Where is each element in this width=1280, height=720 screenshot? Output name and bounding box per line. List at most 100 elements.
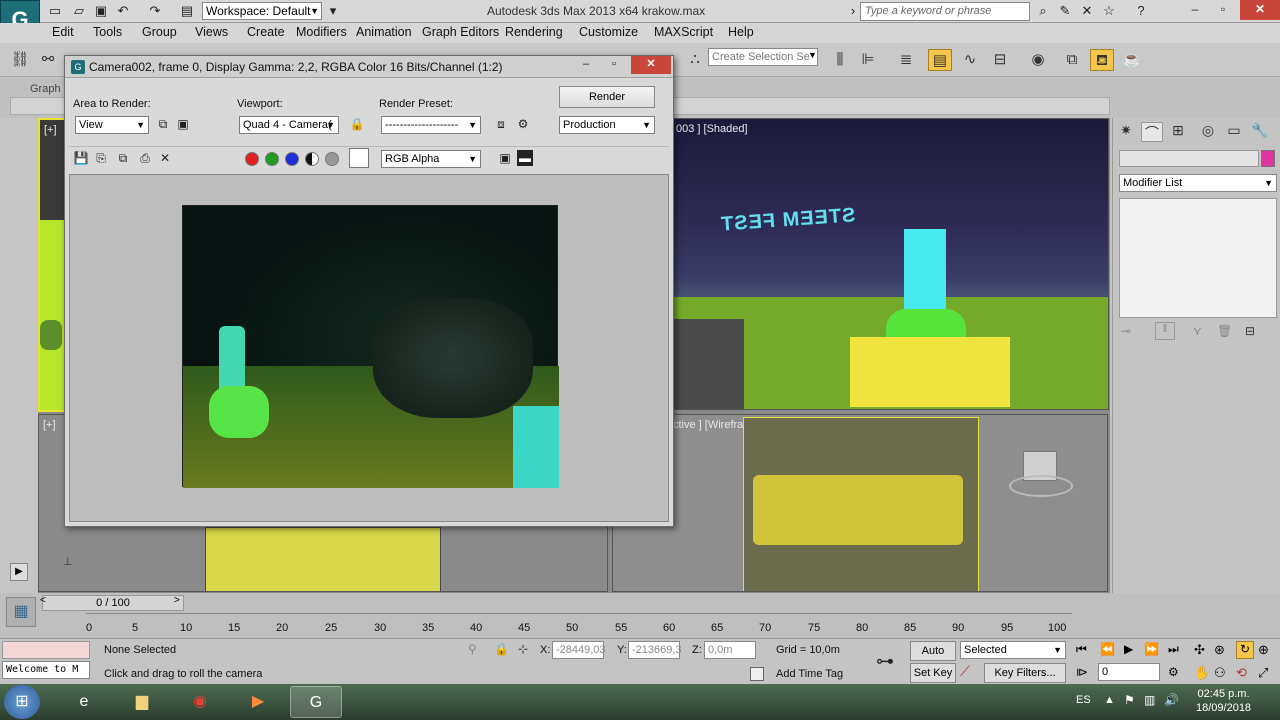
toggle-ui-overlay-icon[interactable]: ▣ (497, 150, 513, 166)
communication-icon[interactable]: ✕ (1078, 3, 1096, 19)
monochrome-toggle[interactable] (325, 152, 339, 166)
workspace-menu-icon[interactable]: ▾ (324, 3, 342, 19)
maximize-button[interactable]: ▫ (1210, 0, 1236, 20)
configure-modifier-sets-icon[interactable]: ⊟ (1245, 324, 1255, 338)
viewport-label[interactable]: 003 ] [Shaded] (676, 123, 748, 135)
selection-set-dropdown[interactable]: Create Selection Se (708, 48, 818, 66)
render-preset-dropdown[interactable]: -------------------- ▼ (381, 116, 481, 134)
file-explorer-icon[interactable]: ▆ (116, 686, 168, 718)
clone-window-icon[interactable]: ⧉ (115, 150, 131, 166)
clock[interactable]: 02:45 p.m. 18/09/2018 (1196, 687, 1251, 715)
render-production-icon[interactable]: ☕ (1120, 49, 1144, 71)
menu-animation[interactable]: Animation (356, 25, 412, 39)
go-to-end-icon[interactable]: ⏭ (1168, 642, 1179, 657)
unlink-icon[interactable]: ⚯ (36, 49, 60, 71)
redo-icon[interactable]: ↷ (146, 3, 164, 19)
subscription-icon[interactable]: ✎ (1056, 3, 1074, 19)
frame-slider[interactable]: 0 / 100 (42, 595, 184, 611)
isolate-icon[interactable]: ⚲ (468, 642, 477, 656)
utilities-tab-icon[interactable]: 🔧 (1249, 122, 1271, 142)
red-channel-toggle[interactable] (245, 152, 259, 166)
tray-arrow-icon[interactable]: ▲ (1104, 694, 1115, 706)
slider-left-arrow[interactable]: < (40, 595, 46, 606)
viewport-camera-wireframe[interactable]: ctive ] [Wireframe] (612, 414, 1108, 592)
remove-modifier-icon[interactable]: 🗑 (1217, 324, 1232, 338)
help-icon[interactable]: ? (1132, 3, 1150, 19)
zoom-all-icon[interactable]: ⊛ (1214, 642, 1225, 658)
blue-channel-toggle[interactable] (285, 152, 299, 166)
object-name-field[interactable] (1119, 150, 1259, 167)
viewport-label[interactable]: [+] (43, 419, 56, 431)
binoculars-icon[interactable]: ⌕ (1034, 3, 1052, 19)
ribbon-tab-graphite[interactable]: Graph (30, 83, 61, 95)
curve-editor-icon[interactable]: ∿ (958, 49, 982, 71)
roll-icon[interactable]: ⟲ (1236, 665, 1247, 681)
close-button[interactable]: ✕ (1240, 0, 1280, 20)
time-tag-icon[interactable] (750, 667, 764, 681)
media-player-icon[interactable]: ▶ (232, 686, 284, 718)
auto-key-button[interactable]: Auto Key (910, 641, 956, 675)
snap-icon[interactable]: ∴ (686, 49, 704, 71)
zoom-icon[interactable]: ✣ (1194, 642, 1205, 658)
maxscript-mini-listener[interactable]: Welcome to M (2, 661, 90, 679)
minimize-button[interactable]: – (573, 56, 599, 74)
slider-right-arrow[interactable]: > (174, 595, 180, 606)
print-icon[interactable]: ⎙ (137, 150, 153, 166)
menu-group[interactable]: Group (142, 25, 177, 39)
y-coord-field[interactable]: -213669,3 (628, 641, 682, 659)
set-key-button[interactable]: Set Key (910, 663, 956, 683)
maximize-viewport-icon[interactable]: ⤢ (1258, 665, 1268, 681)
modify-tab-icon[interactable]: ⌒ (1141, 122, 1163, 142)
mirror-icon[interactable]: ⫼ (828, 49, 852, 71)
menu-graph-editors[interactable]: Graph Editors (422, 25, 499, 39)
display-tab-icon[interactable]: ▭ (1223, 122, 1245, 142)
absolute-mode-icon[interactable]: ⊹ (518, 642, 528, 656)
display-channel-dropdown[interactable]: RGB Alpha ▼ (381, 150, 481, 168)
close-button[interactable]: ✕ (631, 56, 671, 74)
edit-region-icon[interactable]: ⧉ (155, 116, 171, 132)
viewport-perspective-shaded[interactable]: 003 ] [Shaded] STEEM FEST (673, 118, 1109, 410)
play-icon[interactable]: ▶ (1124, 642, 1133, 656)
render-setup-icon[interactable]: ⧈ (493, 116, 509, 132)
start-button[interactable]: ⊞ (4, 685, 40, 719)
language-indicator[interactable]: ES (1076, 694, 1091, 706)
x-coord-field[interactable]: -28449,03 (552, 641, 606, 659)
layer-manager-icon[interactable]: ≣ (894, 49, 918, 71)
workspace-dropdown[interactable]: Workspace: Default ▼ (202, 2, 322, 20)
selection-lock-icon[interactable]: 🔒 (494, 642, 509, 656)
next-frame-icon[interactable]: ⏩ (1144, 642, 1159, 656)
current-frame-field[interactable]: 0 (1098, 663, 1160, 681)
toggle-ui-icon[interactable]: ▬ (517, 150, 533, 166)
flag-icon[interactable]: ⚑ (1124, 693, 1135, 707)
favorites-icon[interactable]: ☆ (1100, 3, 1118, 19)
new-file-icon[interactable]: ▭ (46, 3, 64, 19)
search-input[interactable]: Type a keyword or phrase (860, 2, 1030, 21)
chrome-icon[interactable]: ◉ (174, 686, 226, 718)
pin-stack-icon[interactable]: ⊸ (1121, 324, 1131, 338)
project-folder-icon[interactable]: ▤ (178, 3, 196, 19)
maximize-button[interactable]: ▫ (601, 56, 627, 74)
menu-tools[interactable]: Tools (93, 25, 122, 39)
render-button[interactable]: Render (559, 86, 655, 108)
render-window-titlebar[interactable]: G Camera002, frame 0, Display Gamma: 2,2… (65, 56, 673, 78)
open-file-icon[interactable]: ▱ (70, 3, 88, 19)
previous-frame-icon[interactable]: ⏪ (1100, 642, 1115, 656)
copy-image-icon[interactable]: ⎘ (93, 150, 109, 166)
default-in-out-icon[interactable]: ⟋ (960, 663, 970, 680)
rendered-frame-window-icon[interactable]: ⛾ (1090, 49, 1114, 71)
undo-icon[interactable]: ↶ (114, 3, 132, 19)
maxscript-listener-pink[interactable] (2, 641, 90, 659)
clear-icon[interactable]: ✕ (157, 150, 173, 166)
orbit-camera-icon[interactable]: ↻ (1236, 641, 1254, 659)
key-filters-button[interactable]: Key Filters... (984, 663, 1066, 683)
align-icon[interactable]: ⊫ (856, 49, 880, 71)
key-mode-toggle-icon[interactable]: ⧐ (1076, 665, 1088, 679)
volume-icon[interactable]: 🔊 (1164, 693, 1179, 707)
menu-help[interactable]: Help (728, 25, 754, 39)
alpha-channel-toggle[interactable] (305, 152, 319, 166)
modifier-list-dropdown[interactable]: Modifier List ▼ (1119, 174, 1277, 192)
internet-explorer-icon[interactable]: e (58, 686, 110, 718)
show-end-result-icon[interactable]: ‖ (1155, 322, 1175, 340)
viewport-label[interactable]: [+] (44, 124, 57, 136)
motion-tab-icon[interactable]: ◎ (1197, 122, 1219, 142)
